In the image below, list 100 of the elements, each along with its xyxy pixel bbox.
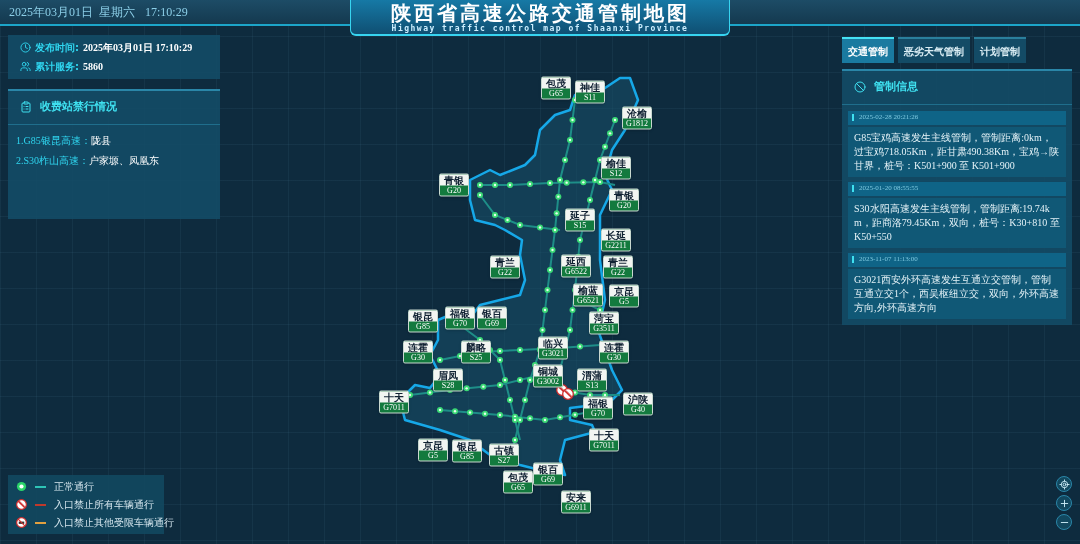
- tab[interactable]: 交通管制: [842, 37, 894, 63]
- highway-shield[interactable]: 青兰 G22: [603, 255, 633, 279]
- road-code: G30: [411, 352, 425, 363]
- road-code: G3511: [592, 323, 616, 334]
- legend-label: 入口禁止所有车辆通行: [54, 498, 154, 512]
- road-code: G40: [631, 404, 645, 415]
- road-name: 眉凤: [434, 369, 462, 381]
- legend-label: 正常通行: [54, 480, 94, 494]
- highway-shield[interactable]: 十天 G7011: [589, 428, 619, 452]
- highway-shield[interactable]: 麟略 S25: [461, 340, 491, 364]
- highway-shield[interactable]: 古镇 S27: [489, 443, 519, 467]
- road-code: S13: [585, 380, 599, 391]
- locate-button[interactable]: [1056, 476, 1072, 492]
- road-name: 安来: [562, 491, 590, 503]
- road-name: 京昆: [419, 439, 447, 451]
- highway-shield[interactable]: 包茂 G65: [541, 76, 571, 100]
- road-code: G20: [617, 200, 631, 211]
- highway-shield[interactable]: 银百 G69: [477, 306, 507, 330]
- entry-text: G3021西安外环高速发生互通立交管制，管制互通立交1个，西吴枢纽立交，双向，外环高速方向,外环高速方向: [848, 268, 1066, 319]
- road-name: 延西: [562, 255, 590, 267]
- road-code: G69: [541, 474, 555, 485]
- entry-text: S30水阳高速发生主线管制，管制距离:19.74km，距商洛79.45Km，双向，桩号：K30+810 至 K50+550: [848, 197, 1066, 248]
- highway-shield[interactable]: 连霍 G30: [599, 340, 629, 364]
- road-code: G65: [511, 482, 525, 493]
- highway-shield[interactable]: 沪陕 G40: [623, 392, 653, 416]
- highway-shield[interactable]: 神佳 S11: [575, 80, 605, 104]
- highway-shield[interactable]: 京昆 G5: [418, 438, 448, 462]
- highway-shield[interactable]: 连霍 G30: [403, 340, 433, 364]
- highway-shield[interactable]: 延子 S15: [565, 208, 595, 232]
- map-title: 陕西省高速公路交通管制地图: [390, 1, 690, 24]
- road-code: G5: [619, 296, 629, 307]
- road-code: G85: [460, 451, 474, 462]
- road-code: G22: [498, 267, 513, 278]
- toll-road: 2.S30柞山高速：: [16, 153, 90, 168]
- tab[interactable]: 恶劣天气管制: [898, 37, 970, 63]
- highway-shield[interactable]: 沧榆 G1812: [622, 106, 652, 130]
- highway-shield[interactable]: 青兰 G22: [490, 255, 520, 279]
- highway-shield[interactable]: 眉凤 S28: [433, 368, 463, 392]
- road-code: S11: [583, 92, 597, 103]
- road-name: 银百: [478, 307, 506, 319]
- road-name: 榆佳: [602, 157, 630, 169]
- header-weekday: 星期六: [99, 4, 135, 21]
- road-name: 麟略: [462, 341, 490, 353]
- list-icon: [20, 101, 32, 114]
- highway-shield[interactable]: 榆佳 S12: [601, 156, 631, 180]
- highway-shield[interactable]: 铜城 G3002: [533, 364, 563, 388]
- road-name: 银百: [534, 463, 562, 475]
- highway-shield[interactable]: 银百 G69: [533, 462, 563, 486]
- road-name: 延子: [566, 209, 594, 221]
- road-code: G30: [607, 352, 621, 363]
- highway-shield[interactable]: 京昆 G5: [609, 284, 639, 308]
- clock-icon: [20, 42, 31, 53]
- road-code: G22: [611, 267, 626, 278]
- zoom-in-button[interactable]: [1056, 495, 1072, 511]
- road-code: G6521: [576, 295, 600, 306]
- road-name: 福银: [446, 307, 474, 319]
- tab[interactable]: 计划管制: [974, 37, 1026, 63]
- map-subtitle: Highway traffic control map of Shaanxi Province: [391, 23, 689, 33]
- road-name: 青兰: [491, 256, 519, 268]
- road-code: G70: [453, 318, 467, 329]
- highway-shield[interactable]: 十天 G7011: [379, 390, 409, 414]
- road-code: G7011: [382, 402, 406, 413]
- road-code: G6911: [564, 502, 588, 513]
- road-name: 沧榆: [623, 107, 651, 119]
- road-code: S27: [497, 455, 511, 466]
- highway-shield[interactable]: 临兴 G3021: [538, 336, 568, 360]
- road-code: G69: [485, 318, 499, 329]
- highway-shield[interactable]: 安来 G6911: [561, 490, 591, 514]
- highway-shield[interactable]: 渭蒲 S13: [577, 368, 607, 392]
- road-code: S28: [441, 380, 455, 391]
- road-name: 长延: [602, 229, 630, 241]
- road-name: 榆蓝: [574, 284, 602, 296]
- highway-shield[interactable]: 榆蓝 G6521: [573, 283, 603, 307]
- highway-shield[interactable]: 银昆 G85: [452, 439, 482, 463]
- toll-stations: 陇县: [90, 133, 111, 148]
- road-name: 铜城: [534, 365, 562, 377]
- highway-shield[interactable]: 青银 G20: [609, 188, 639, 212]
- plus-icon: [1058, 497, 1070, 509]
- info-label: 累计服务:: [35, 60, 79, 74]
- highway-shield[interactable]: 银昆 G85: [408, 309, 438, 333]
- road-name: 连霍: [404, 341, 432, 353]
- road-name: 沪陕: [624, 393, 652, 405]
- road-name: 菏宝: [590, 312, 618, 324]
- highway-shield[interactable]: 青银 G20: [439, 173, 469, 197]
- highway-shield[interactable]: 菏宝 G3511: [589, 311, 619, 335]
- road-name: 十天: [380, 391, 408, 403]
- road-name: 古镇: [490, 444, 518, 456]
- road-code: G85: [416, 321, 430, 332]
- road-code: G70: [591, 408, 605, 419]
- highway-shield[interactable]: 延西 G6522: [561, 254, 591, 278]
- zoom-out-button[interactable]: [1056, 514, 1072, 530]
- road-name: 福银: [584, 397, 612, 409]
- info-label: 发布时间:: [35, 41, 79, 55]
- road-code: G7011: [592, 440, 616, 451]
- header-time: 17:10:29: [145, 4, 188, 21]
- highway-shield[interactable]: 长延 G2211: [601, 228, 631, 252]
- highway-shield[interactable]: 福银 G70: [445, 306, 475, 330]
- highway-shield[interactable]: 包茂 G65: [503, 470, 533, 494]
- road-code: G6522: [564, 266, 588, 277]
- highway-shield[interactable]: 福银 G70: [583, 396, 613, 420]
